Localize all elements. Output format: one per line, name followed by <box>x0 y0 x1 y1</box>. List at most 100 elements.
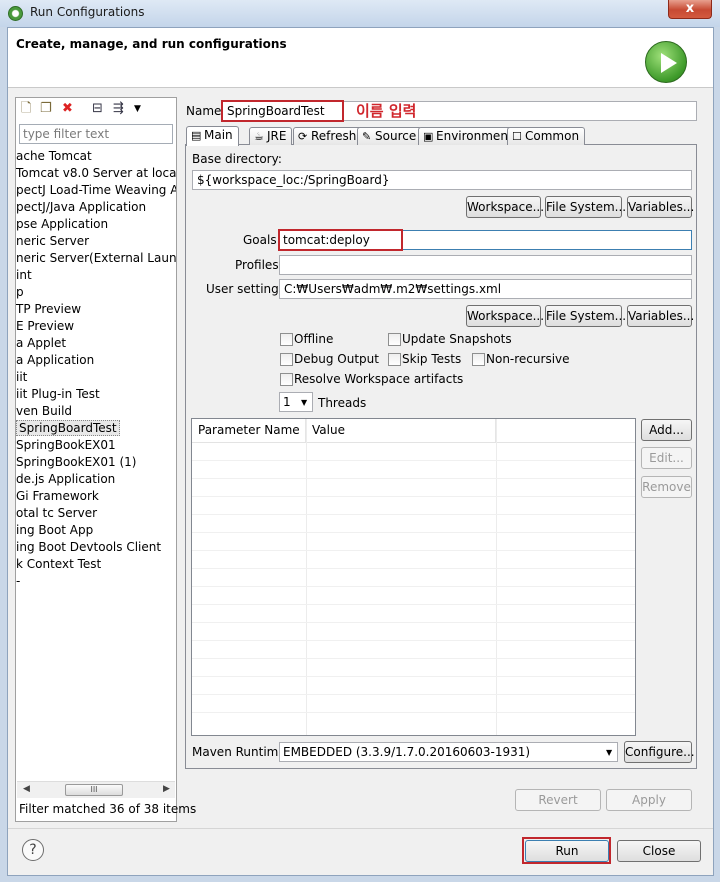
configure-button[interactable]: Configure... <box>624 741 695 763</box>
tree-item[interactable]: neric Server <box>16 233 176 250</box>
tree-item-label: p <box>16 285 24 299</box>
tab-jre[interactable]: ☕ JRE <box>249 127 293 145</box>
tree-item[interactable]: ing Boot App <box>16 522 176 539</box>
run-play-icon <box>645 41 687 83</box>
maven-runtime-select[interactable]: EMBEDDED (3.3.9/1.7.0.20160603-1931) <box>279 742 618 762</box>
filter-status: Filter matched 36 of 38 items <box>19 802 197 816</box>
tree-item[interactable]: ache Tomcat <box>16 148 176 165</box>
tree-horizontal-scrollbar[interactable]: ◀ III ▶ <box>17 781 175 798</box>
revert-button[interactable]: Revert <box>515 789 601 811</box>
tab-common[interactable]: ☐ Common <box>507 127 586 145</box>
tree-item-label: E Preview <box>16 319 75 333</box>
tree-item-label: neric Server <box>16 234 90 248</box>
main-tab-icon: ▤ <box>191 129 202 142</box>
new-config-icon[interactable]: 🗋 <box>21 101 31 117</box>
tree-item[interactable]: p <box>16 284 176 301</box>
threads-label: Threads <box>318 396 367 410</box>
tree-item[interactable]: SpringBoardTest <box>16 420 176 437</box>
skip-tests-checkbox[interactable] <box>388 353 401 366</box>
non-recursive-checkbox[interactable] <box>472 353 485 366</box>
threads-dropdown-icon[interactable]: ▼ <box>301 398 307 407</box>
tab-source[interactable]: ✎ Source <box>357 127 423 145</box>
tree-item-label: SpringBoardTest <box>16 420 120 436</box>
variables-button-1[interactable]: Variables... <box>627 196 694 218</box>
tab-environment[interactable]: ▣ Environment <box>418 127 519 145</box>
tree-item-label: ing Boot App <box>16 523 94 537</box>
remove-parameter-button[interactable]: Remove <box>641 476 692 498</box>
tree-item[interactable]: SpringBookEX01 (1) <box>16 454 176 471</box>
tree-item[interactable]: Tomcat v8.0 Server at localhc <box>16 165 176 182</box>
window-title: Run Configurations <box>30 5 145 19</box>
base-dir-field[interactable]: ${workspace_loc:/SpringBoard} <box>192 170 692 190</box>
scroll-thumb[interactable]: III <box>65 784 123 796</box>
resolve-workspace-label: Resolve Workspace artifacts <box>294 372 464 386</box>
filter-icon[interactable]: ⇶ <box>113 101 124 117</box>
apply-button[interactable]: Apply <box>606 789 692 811</box>
tree-item[interactable]: TP Preview <box>16 301 176 318</box>
collapse-all-icon[interactable]: ⊟ <box>92 101 103 117</box>
tree-item[interactable]: a Application <box>16 352 176 369</box>
tab-main[interactable]: ▤ Main <box>186 126 239 146</box>
maven-runtime-dropdown-icon[interactable]: ▼ <box>606 748 612 757</box>
tree-item[interactable]: int <box>16 267 176 284</box>
base-dir-label: Base directory: <box>192 152 282 166</box>
tree-item[interactable]: - <box>16 573 176 590</box>
update-snapshots-checkbox[interactable] <box>388 333 401 346</box>
tree-item[interactable]: pectJ/Java Application <box>16 199 176 216</box>
close-window-button[interactable]: x <box>668 0 712 19</box>
close-button[interactable]: Close <box>617 840 701 862</box>
tree-item-label: pse Application <box>16 217 109 231</box>
common-tab-icon: ☐ <box>512 130 522 143</box>
parameters-table[interactable]: Parameter Name Value <box>191 418 636 736</box>
tree-item[interactable]: iit <box>16 369 176 386</box>
file-system-button-2[interactable]: File System... <box>545 305 626 327</box>
profiles-field[interactable] <box>279 255 692 275</box>
tree-item-label: int <box>16 268 32 282</box>
tree-item[interactable]: ven Build <box>16 403 176 420</box>
edit-parameter-button[interactable]: Edit... <box>641 447 692 469</box>
filter-input[interactable]: type filter text <box>19 124 173 144</box>
scroll-left-icon[interactable]: ◀ <box>23 784 30 794</box>
tree-item[interactable]: ing Boot Devtools Client <box>16 539 176 556</box>
tree-item-label: otal tc Server <box>16 506 98 520</box>
help-icon[interactable]: ? <box>22 839 44 861</box>
tree-item[interactable]: k Context Test <box>16 556 176 573</box>
refresh-tab-icon: ⟳ <box>298 130 308 143</box>
threads-select[interactable]: 1 <box>279 392 313 412</box>
column-parameter-name[interactable]: Parameter Name <box>192 419 306 442</box>
tab-refresh[interactable]: ⟳ Refresh <box>293 127 363 145</box>
user-settings-field[interactable]: C:₩Users₩adm₩.m2₩settings.xml <box>279 279 692 299</box>
tree-item[interactable]: pse Application <box>16 216 176 233</box>
tree-item[interactable]: de.js Application <box>16 471 176 488</box>
tree-item[interactable]: E Preview <box>16 318 176 335</box>
debug-output-label: Debug Output <box>294 352 379 366</box>
add-parameter-button[interactable]: Add... <box>641 419 692 441</box>
skip-tests-label: Skip Tests <box>402 352 462 366</box>
delete-icon[interactable]: ✖ <box>62 101 73 117</box>
environment-tab-icon: ▣ <box>423 130 434 143</box>
tree-item[interactable]: otal tc Server <box>16 505 176 522</box>
profiles-label: Profiles: <box>235 258 283 272</box>
dropdown-icon[interactable]: ▼ <box>134 101 141 117</box>
resolve-workspace-checkbox[interactable] <box>280 373 293 386</box>
tree-item[interactable]: iit Plug-in Test <box>16 386 176 403</box>
maven-runtime-label: Maven Runtime: <box>192 745 290 759</box>
run-highlight <box>522 837 611 864</box>
tree-item[interactable]: SpringBookEX01 <box>16 437 176 454</box>
workspace-button-1[interactable]: Workspace... <box>466 196 544 218</box>
file-system-button-1[interactable]: File System... <box>545 196 626 218</box>
duplicate-icon[interactable]: ❐ <box>40 101 52 117</box>
tree-item-label: a Applet <box>16 336 67 350</box>
scroll-right-icon[interactable]: ▶ <box>163 784 170 794</box>
tree-item[interactable]: a Applet <box>16 335 176 352</box>
tree-item[interactable]: Gi Framework <box>16 488 176 505</box>
tree-item[interactable]: pectJ Load-Time Weaving App <box>16 182 176 199</box>
tree-item-label: a Application <box>16 353 95 367</box>
offline-checkbox[interactable] <box>280 333 293 346</box>
workspace-button-2[interactable]: Workspace... <box>466 305 544 327</box>
column-value[interactable]: Value <box>306 419 496 442</box>
tree-item[interactable]: neric Server(External Launch) <box>16 250 176 267</box>
tree-item-label: TP Preview <box>16 302 82 316</box>
variables-button-2[interactable]: Variables... <box>627 305 694 327</box>
debug-output-checkbox[interactable] <box>280 353 293 366</box>
